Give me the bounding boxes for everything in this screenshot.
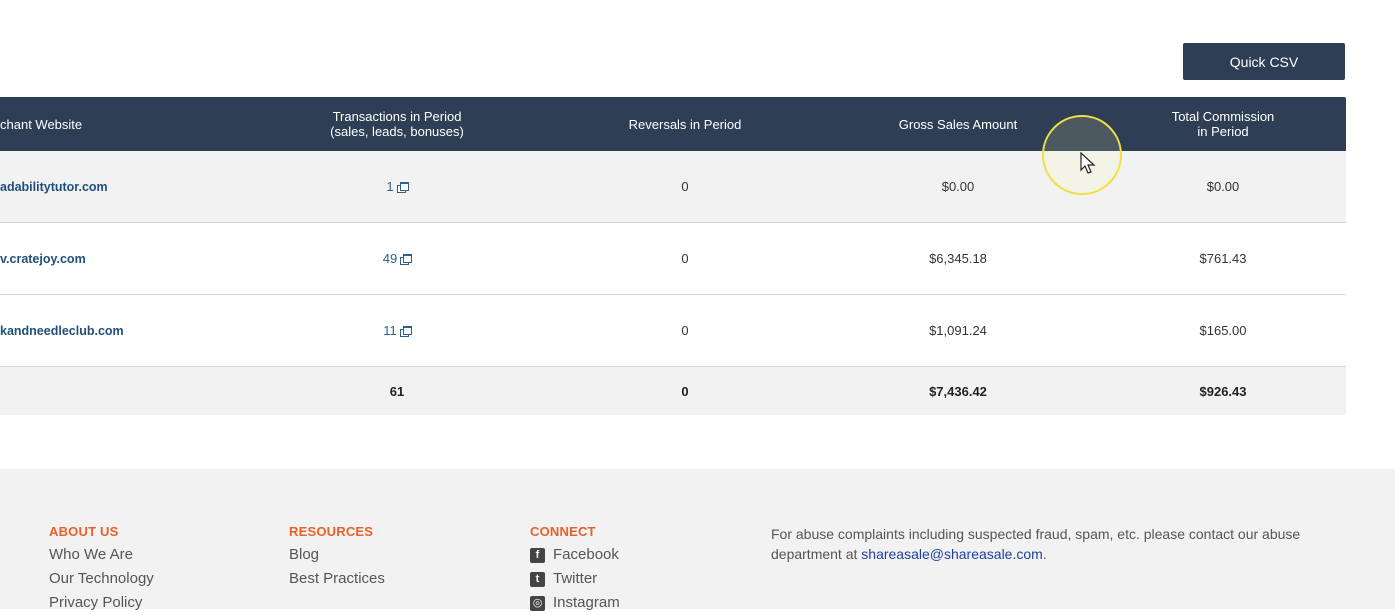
merchant-link[interactable]: adabilitytutor.com [0,180,108,194]
instagram-icon: ◎ [530,595,545,611]
table-row: adabilitytutor.com 1 0 $0.00 $0.00 [0,151,1346,223]
abuse-email-link[interactable]: shareasale@shareasale.com [861,546,1043,562]
total-transactions: 61 [389,383,405,399]
quick-csv-button[interactable]: Quick CSV [1183,43,1345,80]
merchant-cell: v.cratejoy.com [0,223,260,294]
footer-connect-column: CONNECT f Facebook t Twitter ◎ Instagram [530,524,620,615]
abuse-contact-notice: For abuse complaints including suspected… [771,526,1301,562]
popup-window-icon [396,181,409,193]
footer-link-facebook[interactable]: f Facebook [530,543,620,567]
mouse-cursor-icon [1080,152,1096,174]
col-header-total-commission[interactable]: Total Commission in Period [1123,97,1323,151]
table-header: chant Website Transactions in Period (sa… [0,97,1346,151]
merchant-link[interactable]: kandneedleclub.com [0,324,124,338]
transactions-cell: 1 [297,151,497,222]
transactions-link[interactable]: 1 [386,179,409,194]
transactions-link[interactable]: 49 [383,251,413,266]
table-totals-row: 61 0 $7,436.42 $926.43 [0,367,1346,415]
col-header-transactions[interactable]: Transactions in Period (sales, leads, bo… [297,97,497,151]
reversals-cell: 0 [681,179,689,194]
merchant-link[interactable]: v.cratejoy.com [0,252,86,266]
col-header-reversals[interactable]: Reversals in Period [585,97,785,151]
gross-sales-cell: $0.00 [941,179,975,194]
table-row: kandneedleclub.com 11 0 $1,091.24 $165.0… [0,295,1346,367]
transactions-cell: 49 [297,223,497,294]
total-reversals: 0 [681,383,689,399]
facebook-icon: f [530,547,545,563]
footer-link-our-technology[interactable]: Our Technology [49,567,154,591]
site-footer: ABOUT US Who We Are Our Technology Priva… [0,469,1395,611]
report-area: Quick CSV chant Website Transactions in … [0,0,1395,469]
merchant-cell: kandneedleclub.com [0,295,260,366]
commission-cell: $0.00 [1206,179,1240,194]
transactions-link[interactable]: 11 [383,323,412,338]
gross-sales-cell: $1,091.24 [929,323,987,338]
footer-resources-column: RESOURCES Blog Best Practices [289,524,385,591]
gross-sales-cell: $6,345.18 [929,251,987,266]
transactions-cell: 11 [297,295,497,366]
commission-cell: $165.00 [1199,323,1247,338]
commission-cell: $761.43 [1199,251,1247,266]
col-header-merchant-website[interactable]: chant Website [0,97,200,151]
popup-window-icon [400,253,413,265]
twitter-icon: t [530,571,545,587]
footer-link-twitter[interactable]: t Twitter [530,567,620,591]
footer-about-column: ABOUT US Who We Are Our Technology Priva… [49,524,154,615]
footer-link-instagram[interactable]: ◎ Instagram [530,591,620,615]
merchant-report-table: chant Website Transactions in Period (sa… [0,97,1346,415]
footer-link-blog[interactable]: Blog [289,543,385,567]
footer-link-who-we-are[interactable]: Who We Are [49,543,154,567]
footer-link-best-practices[interactable]: Best Practices [289,567,385,591]
merchant-cell: adabilitytutor.com [0,151,260,222]
footer-heading-connect: CONNECT [530,524,596,539]
reversals-cell: 0 [681,251,689,266]
footer-heading-about: ABOUT US [49,524,119,539]
table-row: v.cratejoy.com 49 0 $6,345.18 $761.43 [0,223,1346,295]
reversals-cell: 0 [681,323,689,338]
footer-heading-resources: RESOURCES [289,524,374,539]
total-gross-sales: $7,436.42 [929,383,987,399]
total-commission: $926.43 [1199,383,1247,399]
footer-link-privacy-policy[interactable]: Privacy Policy [49,591,154,615]
popup-window-icon [399,325,412,337]
col-header-gross-sales[interactable]: Gross Sales Amount [858,97,1058,151]
